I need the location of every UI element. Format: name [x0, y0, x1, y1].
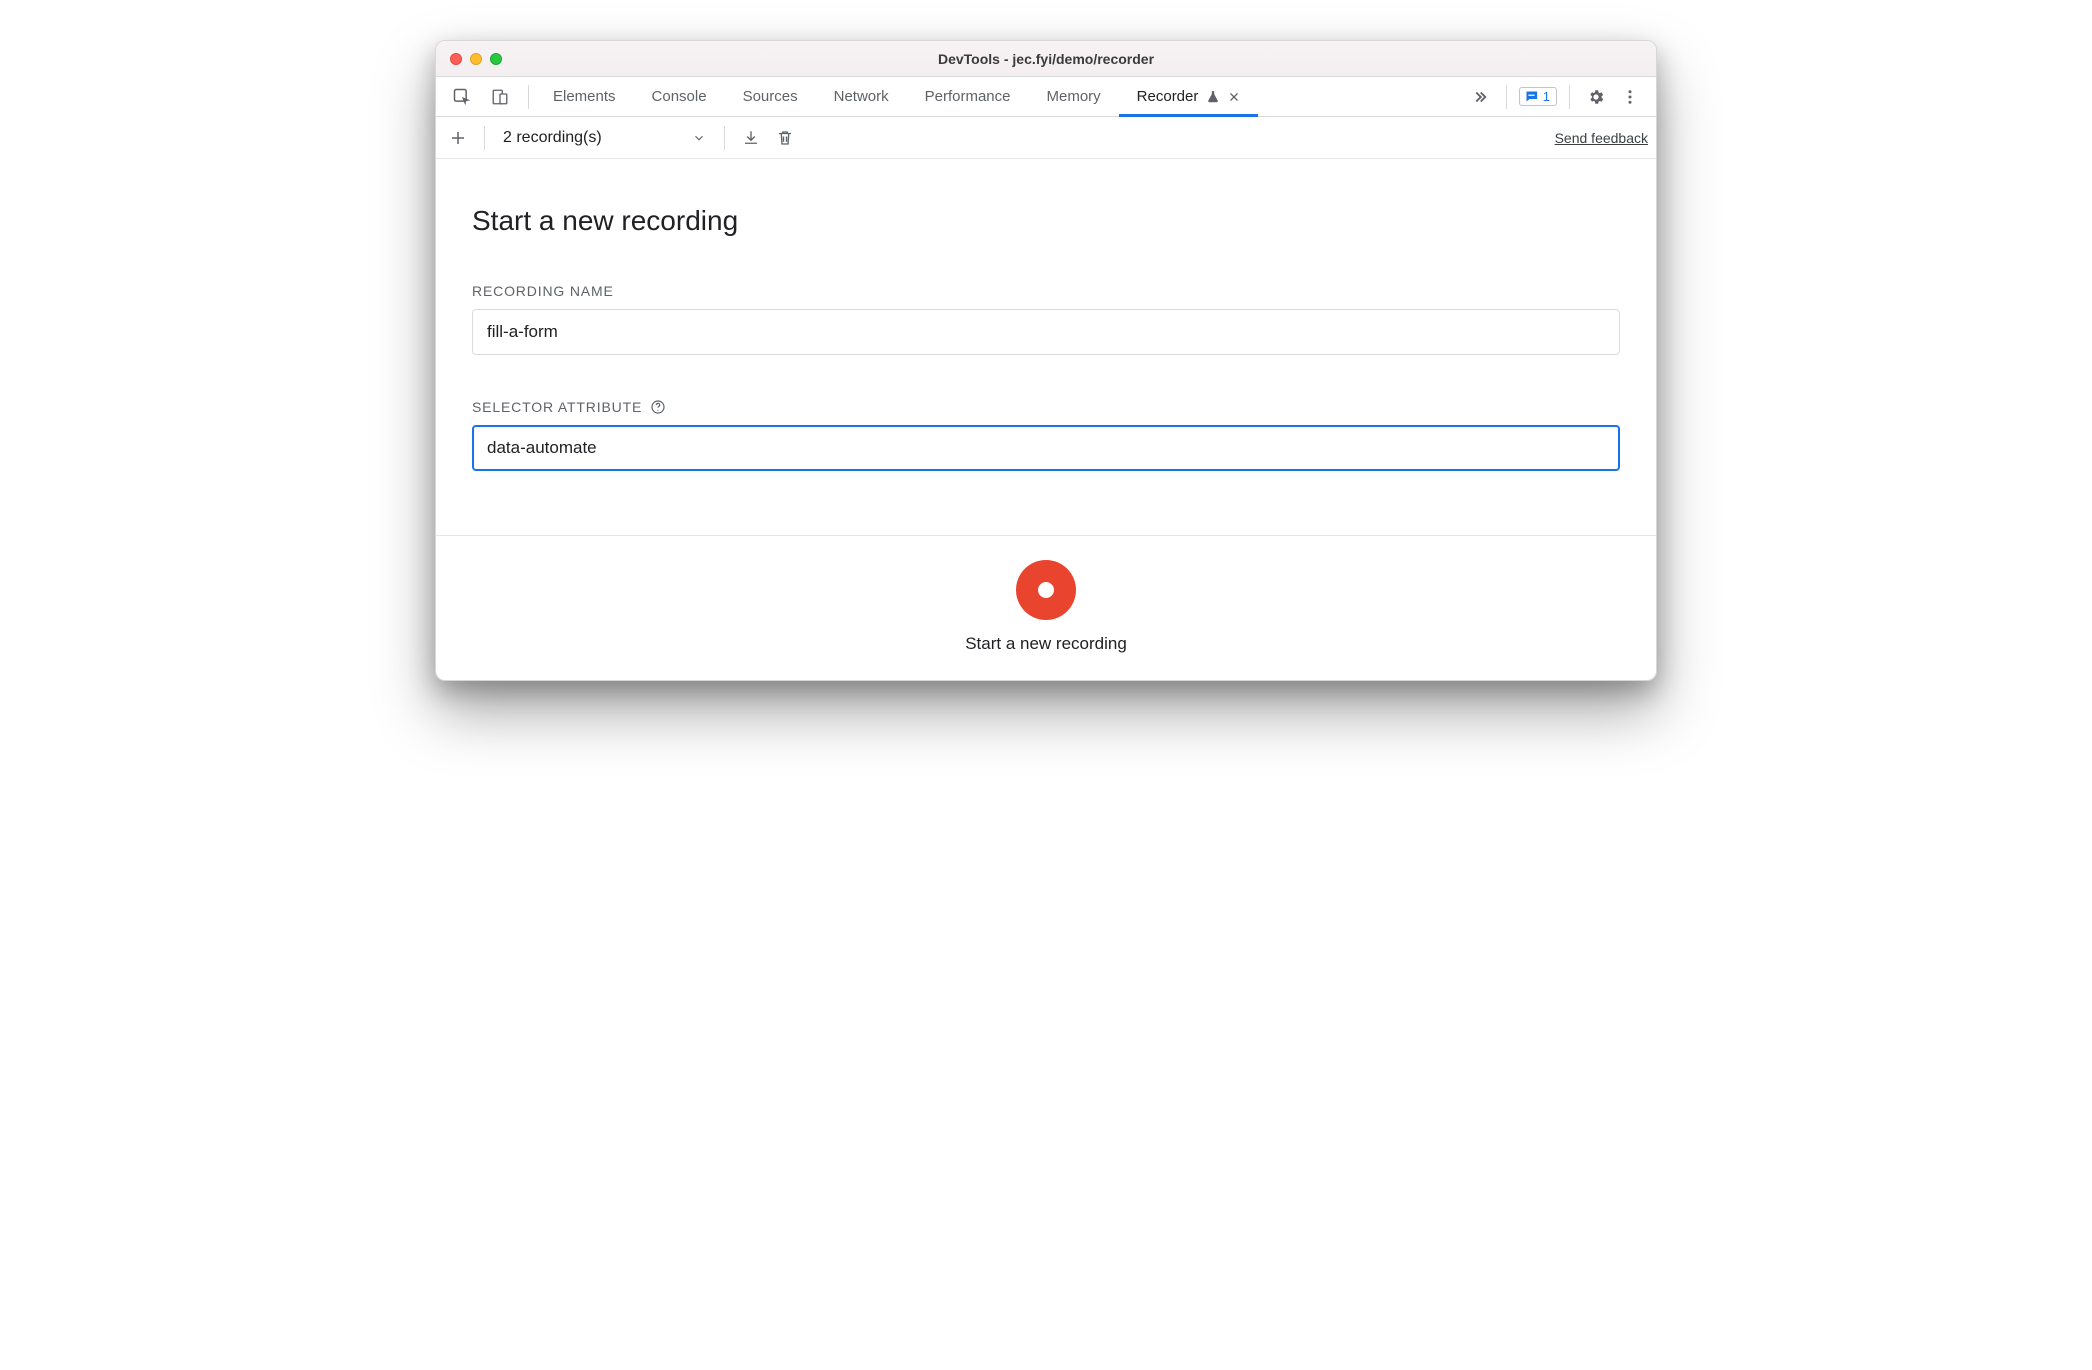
divider — [1506, 85, 1507, 109]
device-toolbar-icon[interactable] — [486, 83, 514, 111]
message-icon — [1524, 89, 1539, 104]
issues-badge[interactable]: 1 — [1519, 87, 1557, 106]
titlebar: DevTools - jec.fyi/demo/recorder — [436, 41, 1656, 77]
tab-sources[interactable]: Sources — [725, 77, 816, 116]
divider — [1569, 85, 1570, 109]
tabs: Elements Console Sources Network Perform… — [535, 77, 1466, 116]
zoom-window-button[interactable] — [490, 53, 502, 65]
inspect-element-icon[interactable] — [448, 83, 476, 111]
devtools-window: DevTools - jec.fyi/demo/recorder Element… — [435, 40, 1657, 681]
chevron-down-icon — [692, 131, 706, 145]
tab-memory[interactable]: Memory — [1029, 77, 1119, 116]
start-recording-label: Start a new recording — [965, 634, 1127, 654]
tab-network[interactable]: Network — [816, 77, 907, 116]
divider — [724, 126, 725, 150]
recordings-dropdown-label: 2 recording(s) — [503, 129, 602, 147]
recording-name-label: RECORDING NAME — [472, 283, 1620, 299]
tab-label: Memory — [1047, 88, 1101, 105]
recording-name-field: RECORDING NAME — [472, 283, 1620, 355]
settings-icon[interactable] — [1582, 83, 1610, 111]
tab-label: Sources — [743, 88, 798, 105]
export-icon[interactable] — [737, 124, 765, 152]
issues-count: 1 — [1543, 89, 1550, 104]
page-title: Start a new recording — [472, 205, 1620, 237]
tab-label: Elements — [553, 88, 616, 105]
tab-performance[interactable]: Performance — [907, 77, 1029, 116]
start-recording-button[interactable] — [1016, 560, 1076, 620]
selector-attribute-label-text: SELECTOR ATTRIBUTE — [472, 399, 642, 415]
window-title: DevTools - jec.fyi/demo/recorder — [436, 51, 1656, 67]
tab-label: Network — [834, 88, 889, 105]
flask-icon — [1206, 90, 1220, 104]
recordings-dropdown[interactable]: 2 recording(s) — [497, 125, 712, 151]
divider — [484, 126, 485, 150]
more-tabs-icon[interactable] — [1466, 83, 1494, 111]
delete-icon[interactable] — [771, 124, 799, 152]
devtools-tabstrip: Elements Console Sources Network Perform… — [436, 77, 1656, 117]
tab-label: Console — [652, 88, 707, 105]
record-icon — [1038, 582, 1054, 598]
tab-recorder[interactable]: Recorder — [1119, 77, 1259, 116]
selector-attribute-field: SELECTOR ATTRIBUTE — [472, 399, 1620, 471]
help-icon[interactable] — [650, 399, 666, 415]
selector-attribute-input[interactable] — [472, 425, 1620, 471]
kebab-menu-icon[interactable] — [1616, 83, 1644, 111]
tab-console[interactable]: Console — [634, 77, 725, 116]
recorder-footer: Start a new recording — [436, 535, 1656, 680]
recording-name-input[interactable] — [472, 309, 1620, 355]
divider — [528, 85, 529, 109]
traffic-lights — [450, 53, 502, 65]
minimize-window-button[interactable] — [470, 53, 482, 65]
tab-label: Performance — [925, 88, 1011, 105]
new-recording-icon[interactable] — [444, 124, 472, 152]
send-feedback-link[interactable]: Send feedback — [1555, 130, 1648, 146]
recorder-content: Start a new recording RECORDING NAME SEL… — [436, 159, 1656, 535]
close-tab-icon[interactable] — [1228, 91, 1240, 103]
close-window-button[interactable] — [450, 53, 462, 65]
recorder-toolbar: 2 recording(s) Send feedback — [436, 117, 1656, 159]
selector-attribute-label: SELECTOR ATTRIBUTE — [472, 399, 1620, 415]
tab-elements[interactable]: Elements — [535, 77, 634, 116]
tab-label: Recorder — [1137, 88, 1199, 105]
